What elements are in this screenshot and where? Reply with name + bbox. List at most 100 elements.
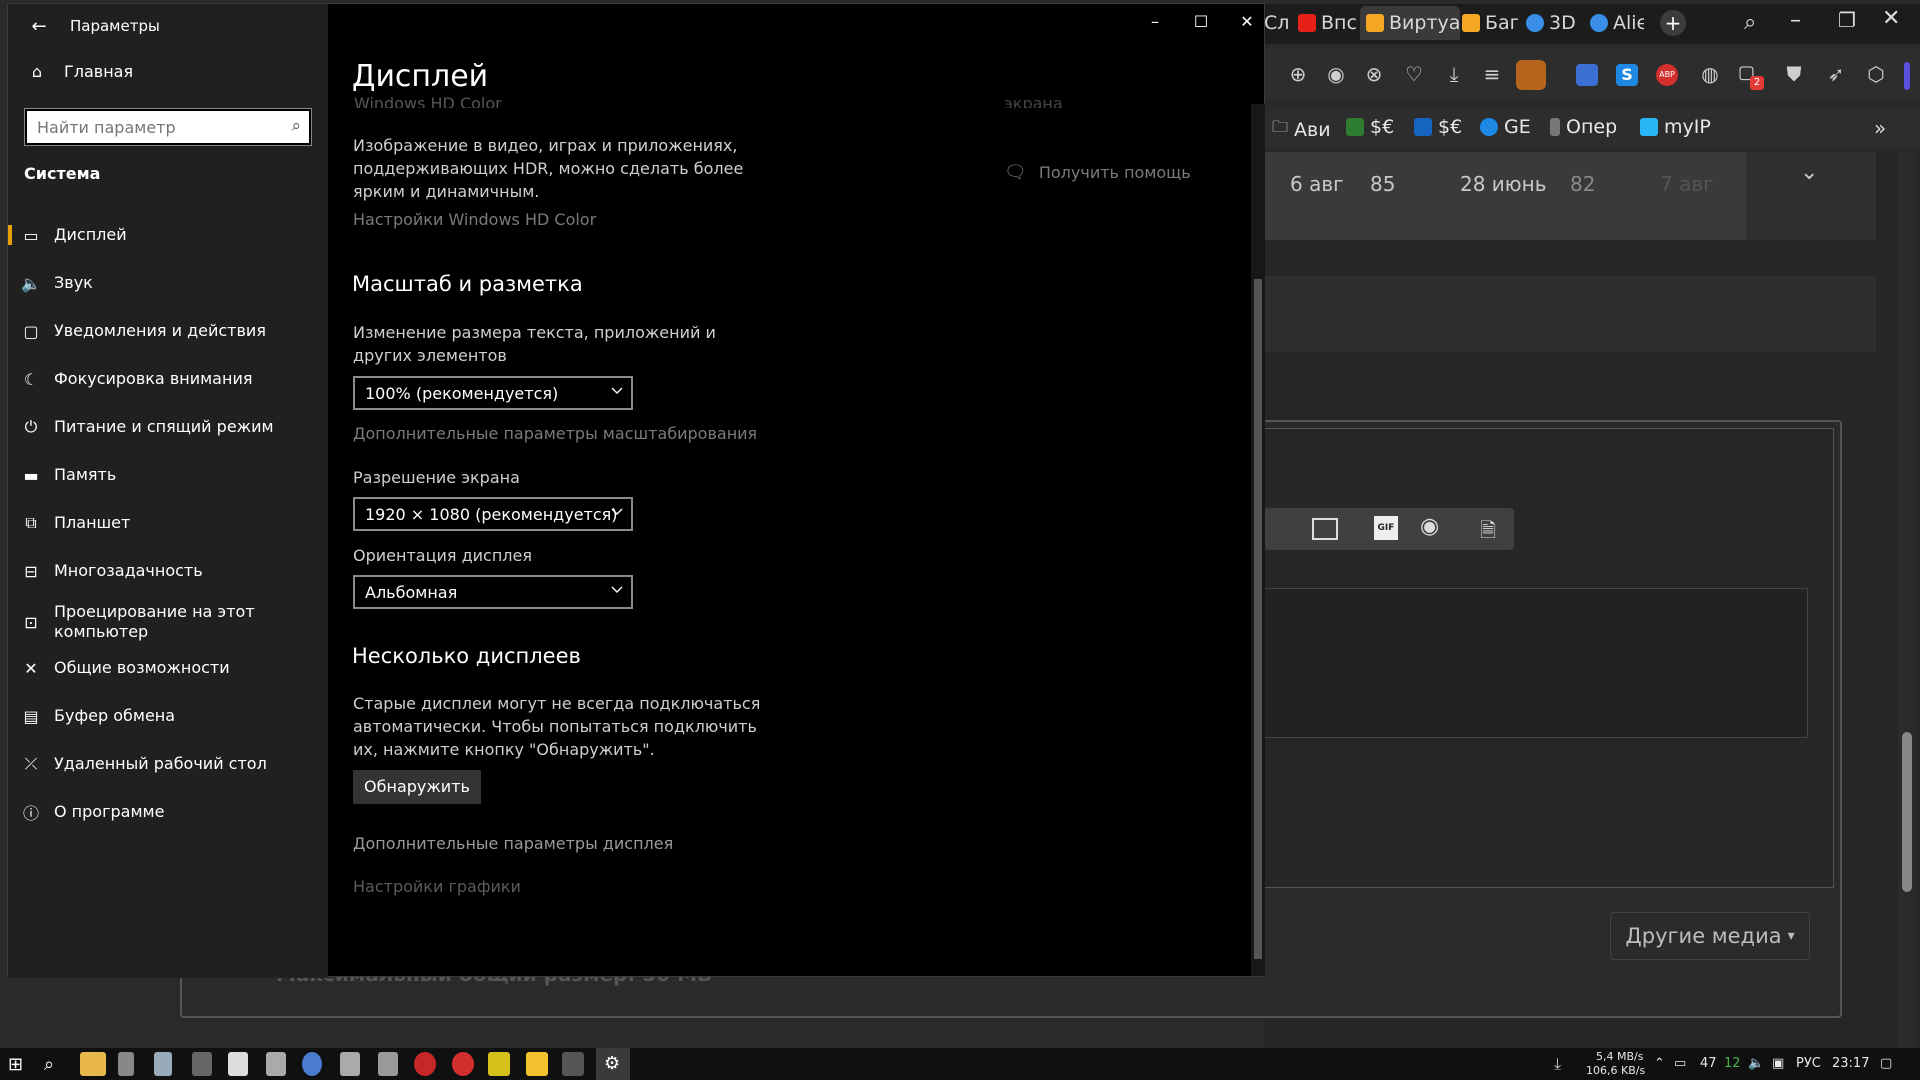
sidebar-item-power[interactable]: ⏻ Питание и спящий режим — [8, 407, 328, 447]
chevron-up-icon[interactable]: ⌃ — [1654, 1056, 1665, 1071]
scale-heading: Масштаб и разметка — [352, 272, 583, 296]
bookmark-item[interactable]: $€ — [1346, 116, 1394, 138]
advanced-scaling-link[interactable]: Дополнительные параметры масштабирования — [353, 424, 757, 443]
sidebar-item-remote-desktop[interactable]: ⤫ Удаленный рабочий стол — [8, 744, 328, 784]
sidebar-item-storage[interactable]: ▬ Память — [8, 455, 328, 495]
zoom-icon[interactable]: ⊕ — [1286, 62, 1310, 86]
skype-icon[interactable]: S — [1616, 64, 1638, 86]
sidebar-item-multitasking[interactable]: ⊟ Многозадачность — [8, 551, 328, 591]
close-icon[interactable]: ✕ — [1232, 12, 1262, 31]
bookmarks-overflow-icon[interactable]: » — [1874, 116, 1886, 140]
rocket-icon[interactable]: ➶ — [1824, 62, 1848, 86]
detect-button[interactable]: Обнаружить — [353, 770, 481, 804]
browser-tab[interactable]: Баг — [1462, 8, 1518, 38]
cube-icon[interactable]: ⬡ — [1864, 62, 1888, 86]
sidebar-item-sound[interactable]: 🔈 Звук — [8, 263, 328, 303]
minimize-icon[interactable]: – — [1790, 8, 1801, 33]
search-input[interactable]: Найти параметр ⌕ — [24, 108, 312, 146]
hdr-settings-link[interactable]: Настройки Windows HD Color — [353, 210, 596, 229]
notes-icon[interactable] — [526, 1052, 548, 1076]
editor-text-area[interactable] — [1264, 588, 1808, 738]
download-icon[interactable]: ⤓ — [1442, 62, 1466, 86]
camera-icon[interactable]: ◉ — [1324, 62, 1348, 86]
back-button[interactable]: ← — [24, 12, 54, 42]
player-icon[interactable] — [488, 1052, 510, 1076]
windows-start-icon[interactable]: ⊞ — [8, 1054, 23, 1075]
chevron-down-icon[interactable]: ⌄ — [1800, 160, 1818, 185]
ime-icon[interactable]: ▣ — [1772, 1056, 1784, 1071]
sidebar-item-tablet[interactable]: ⧉ Планшет — [8, 503, 328, 543]
calculator-icon[interactable] — [154, 1052, 172, 1076]
shield-icon[interactable]: ⊗ — [1362, 62, 1386, 86]
language-indicator[interactable]: РУС — [1796, 1056, 1821, 1071]
scrollbar-thumb[interactable] — [1902, 732, 1912, 892]
scale-dropdown[interactable]: 100% (рекомендуется) — [353, 376, 633, 410]
app-icon[interactable] — [266, 1052, 286, 1076]
translate-icon[interactable] — [1576, 64, 1598, 86]
extension-avatar-icon[interactable] — [1516, 60, 1546, 90]
globe-icon[interactable]: ◍ — [1698, 62, 1722, 86]
new-tab-button[interactable]: + — [1660, 10, 1686, 36]
settings-scrollbar[interactable] — [1251, 104, 1265, 976]
bookmark-item[interactable]: GE — [1480, 116, 1531, 138]
app-icon[interactable] — [378, 1052, 398, 1076]
section-header: Система — [24, 164, 101, 183]
browser-tab[interactable]: Alie — [1590, 8, 1644, 38]
search-icon[interactable]: ⌕ — [1744, 10, 1756, 35]
minimize-icon[interactable]: – — [1140, 12, 1170, 31]
opera-icon[interactable] — [414, 1052, 436, 1076]
browser-tab[interactable]: Впс — [1298, 8, 1356, 38]
ublock-icon[interactable]: ⛊ — [1782, 62, 1806, 86]
orientation-dropdown[interactable]: Альбомная — [353, 575, 633, 609]
adblock-icon[interactable]: ABP — [1656, 64, 1678, 86]
scrollbar-thumb[interactable] — [1254, 279, 1262, 959]
maximize-icon[interactable]: ☐ — [1186, 12, 1216, 31]
store-icon[interactable] — [228, 1052, 248, 1076]
browser-tab[interactable]: Слу — [1264, 8, 1290, 38]
sidebar-item-display[interactable]: ▭ Дисплей — [8, 215, 328, 255]
bookmark-item[interactable]: Опер — [1550, 116, 1617, 138]
page-scrollbar[interactable] — [1898, 152, 1916, 1048]
restore-icon[interactable]: ❐ — [1838, 8, 1856, 32]
preview-icon[interactable]: 🗎 — [1480, 516, 1496, 550]
nav-label: Многозадачность — [54, 561, 203, 580]
bookmark-item[interactable]: myIP — [1640, 116, 1711, 138]
eye-icon[interactable]: ◉ — [1420, 514, 1439, 539]
heart-icon[interactable]: ♡ — [1402, 62, 1426, 86]
network-icon[interactable]: ▭ — [1674, 1056, 1686, 1071]
stats-row-highlight — [1264, 152, 1746, 240]
action-center-icon[interactable]: ▢ — [1880, 1056, 1892, 1071]
other-media-button[interactable]: Другие медиа ▾ — [1610, 912, 1810, 960]
gif-icon[interactable]: GIF — [1374, 516, 1398, 540]
sidebar-item-notifications[interactable]: ▢ Уведомления и действия — [8, 311, 328, 351]
advanced-display-link[interactable]: Дополнительные параметры дисплея — [353, 834, 673, 853]
bookmark-item[interactable]: 🗀 Ави — [1272, 116, 1331, 143]
browser-tab[interactable]: 3D — [1526, 8, 1582, 38]
table-icon[interactable] — [1312, 518, 1338, 540]
info-icon: ⓘ — [22, 804, 39, 823]
opera-icon[interactable] — [452, 1052, 474, 1076]
menu-icon[interactable]: ≡ — [1480, 62, 1504, 86]
app-icon[interactable] — [302, 1052, 322, 1076]
terminal-icon[interactable] — [562, 1052, 584, 1076]
clock[interactable]: 23:17 — [1832, 1056, 1869, 1071]
home-link[interactable]: ⌂ Главная — [22, 62, 133, 81]
gamepad-icon[interactable] — [340, 1052, 360, 1076]
close-icon[interactable]: ✕ — [1882, 6, 1900, 31]
sidebar-item-focus[interactable]: ☾ Фокусировка внимания — [8, 359, 328, 399]
notepad-icon[interactable] — [118, 1052, 134, 1076]
resolution-dropdown[interactable]: 1920 × 1080 (рекомендуется) — [353, 497, 633, 531]
tool-icon[interactable] — [192, 1052, 212, 1076]
sidebar-item-about[interactable]: ⓘ О программе — [8, 792, 328, 832]
file-explorer-icon[interactable] — [80, 1052, 106, 1076]
search-icon[interactable]: ⌕ — [44, 1054, 54, 1075]
sidebar-item-clipboard[interactable]: ▤ Буфер обмена — [8, 696, 328, 736]
get-help-link[interactable]: 🗨 Получить помощь — [1004, 162, 1191, 183]
volume-icon[interactable]: 🔈 — [1748, 1056, 1764, 1071]
browser-tab-active[interactable]: Виртуа — [1360, 6, 1460, 40]
sidebar-item-shared[interactable]: ✕ Общие возможности — [8, 648, 328, 688]
related-link-cut[interactable]: экрана — [1004, 94, 1063, 108]
sidebar-item-projecting[interactable]: ⊡ Проецирование на этот компьютер — [8, 600, 328, 644]
graphics-settings-link[interactable]: Настройки графики — [353, 877, 521, 896]
bookmark-item[interactable]: $€ — [1414, 116, 1462, 138]
